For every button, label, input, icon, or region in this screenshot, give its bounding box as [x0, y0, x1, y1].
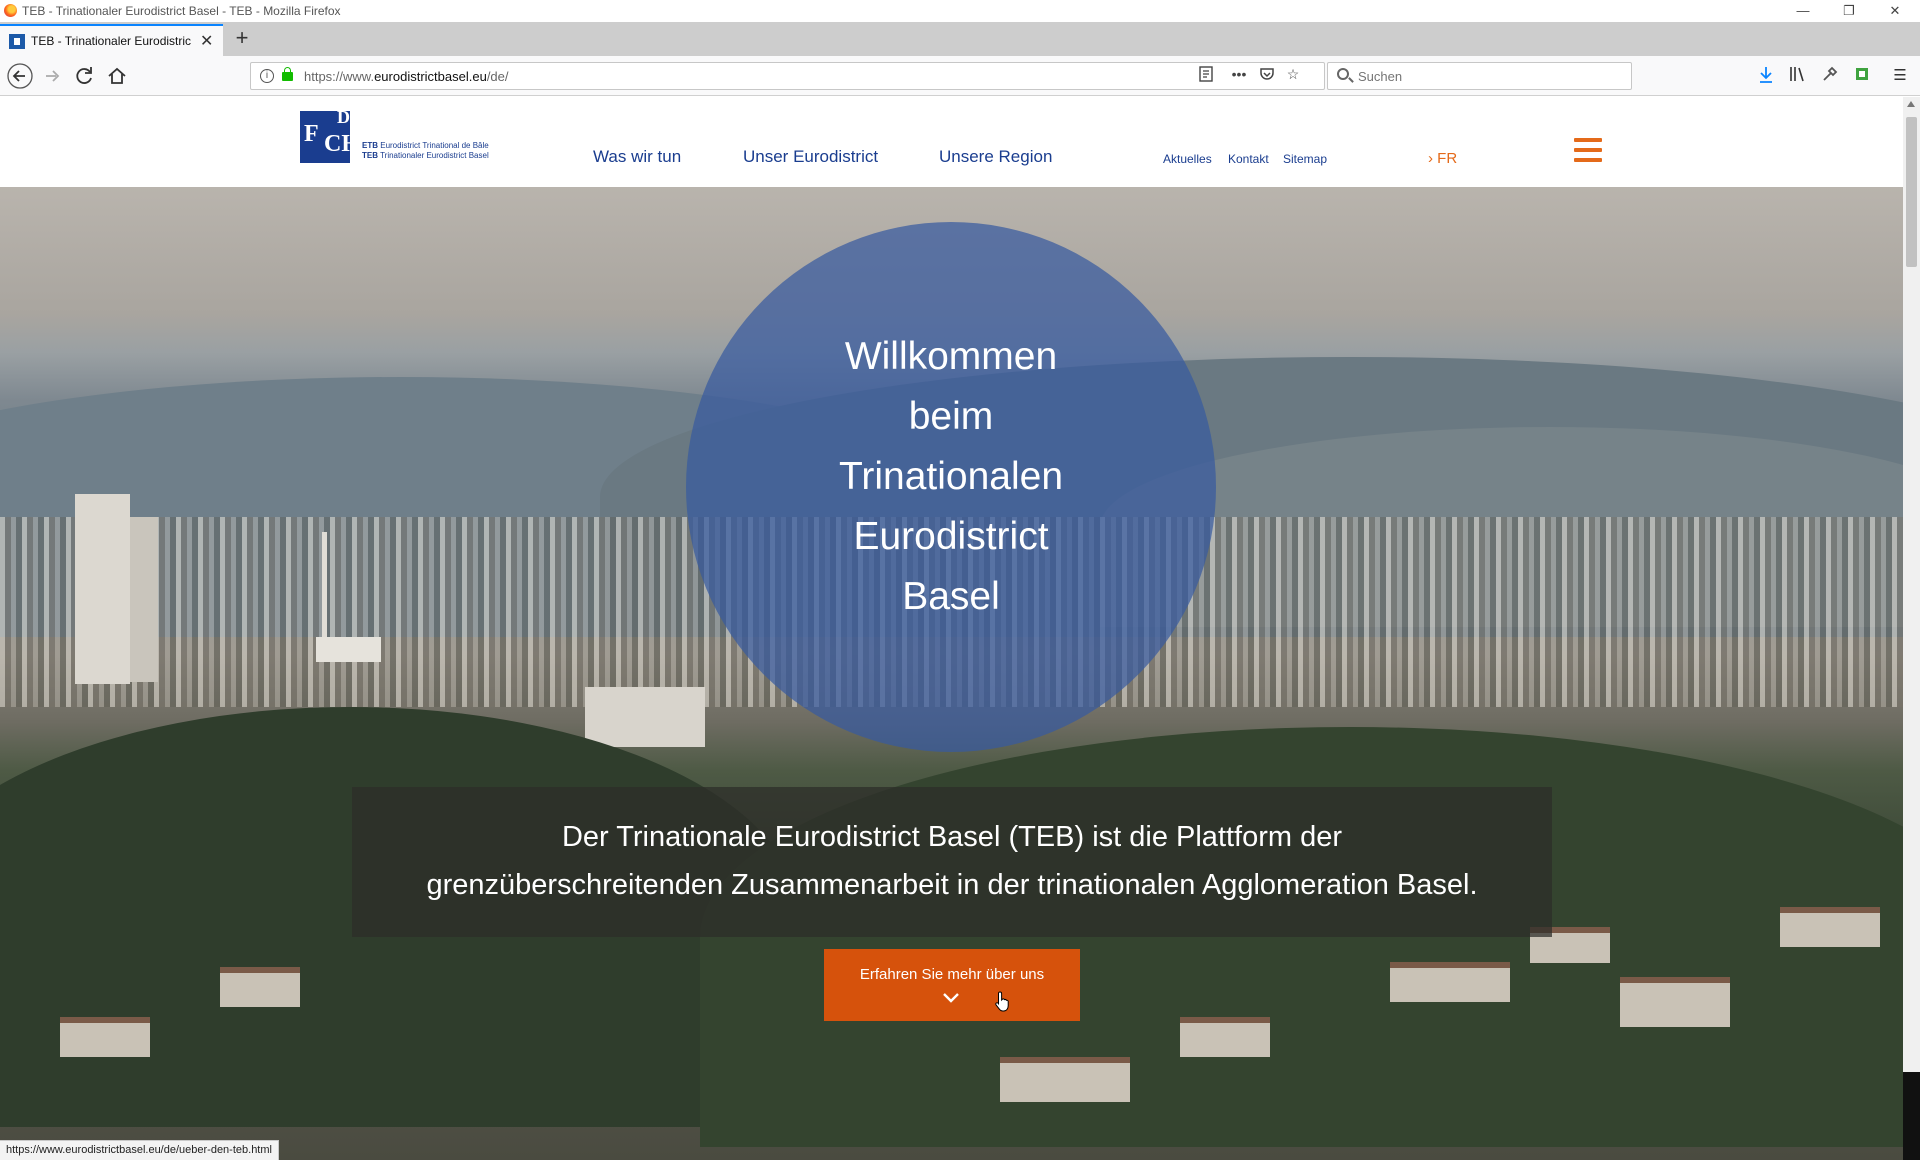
firefox-icon [4, 4, 17, 17]
extension-icon[interactable] [1850, 66, 1874, 86]
url-prefix: https://www. [304, 69, 375, 84]
window-title-bar: TEB - Trinationaler Eurodistrict Basel -… [0, 0, 1920, 22]
minimize-icon[interactable]: — [1780, 0, 1826, 22]
language-switch-fr[interactable]: › FR [1428, 150, 1457, 167]
window-title: TEB - Trinationaler Eurodistrict Basel -… [22, 4, 341, 18]
url-bar[interactable]: i https://www.eurodistrictbasel.eu/de/ •… [250, 62, 1325, 90]
pocket-icon[interactable] [1256, 66, 1278, 86]
menu-icon[interactable]: ☰ [1888, 66, 1912, 86]
bookmark-star-icon[interactable]: ☆ [1282, 66, 1304, 86]
search-input[interactable] [1358, 66, 1618, 86]
scrollbar-thumb[interactable] [1906, 117, 1917, 267]
hand-cursor-icon [995, 991, 1009, 1012]
site-info-icon[interactable]: i [260, 69, 274, 83]
logo-name-fr: Eurodistrict Trinational de Bâle [380, 141, 489, 150]
intro-line: grenzüberschreitenden Zusammenarbeit in … [426, 869, 1478, 901]
eyedropper-icon[interactable] [1818, 66, 1842, 86]
web-page: F CH D ETB Eurodistrict Trinational de B… [0, 97, 1903, 1160]
scrollbar-dark-segment [1903, 1072, 1920, 1160]
search-bar[interactable] [1327, 62, 1632, 90]
chevron-right-icon: › [1428, 150, 1433, 167]
hero-section: Willkommen beim Trinationalen Eurodistri… [0, 187, 1903, 1160]
nav-was-wir-tun[interactable]: Was wir tun [593, 147, 681, 167]
scroll-up-arrow-icon[interactable] [1907, 101, 1915, 107]
close-icon[interactable]: ✕ [1872, 0, 1918, 22]
language-label: FR [1437, 150, 1458, 167]
welcome-heading: Willkommen beim Trinationalen Eurodistri… [686, 327, 1216, 627]
reader-view-icon[interactable] [1195, 66, 1217, 86]
url-text[interactable]: https://www.eurodistrictbasel.eu/de/ [304, 69, 509, 84]
intro-text-box: Der Trinationale Eurodistrict Basel (TEB… [352, 787, 1552, 937]
new-tab-button[interactable]: + [230, 25, 254, 51]
status-bar-link-preview: https://www.eurodistrictbasel.eu/de/uebe… [0, 1140, 279, 1160]
logo-abbr-de: TEB [362, 151, 378, 160]
page-scrollbar[interactable] [1903, 97, 1920, 1160]
tab-teb[interactable]: TEB - Trinationaler Eurodistrict ✕ [0, 24, 223, 56]
lock-icon[interactable] [282, 67, 293, 81]
chevron-down-icon [943, 993, 959, 1003]
url-domain: eurodistrictbasel.eu [374, 69, 487, 84]
nav-aktuelles[interactable]: Aktuelles [1163, 152, 1212, 166]
home-icon[interactable] [103, 62, 131, 90]
welcome-line: beim [908, 395, 994, 438]
reload-icon[interactable] [71, 62, 99, 90]
library-icon[interactable] [1786, 66, 1810, 86]
nav-unser-eurodistrict[interactable]: Unser Eurodistrict [743, 147, 878, 167]
navigation-toolbar: i https://www.eurodistrictbasel.eu/de/ •… [0, 56, 1920, 96]
welcome-line: Willkommen [844, 335, 1058, 378]
search-icon [1337, 68, 1349, 80]
nav-kontakt[interactable]: Kontakt [1228, 152, 1269, 166]
page-actions-icon[interactable]: ••• [1228, 66, 1250, 86]
forward-arrow-icon[interactable] [38, 62, 66, 90]
welcome-line: Basel [902, 575, 1000, 618]
logo-abbr-fr: ETB [362, 141, 378, 150]
logo-mark: F CH D [300, 107, 360, 163]
teb-logo[interactable]: F CH D ETB Eurodistrict Trinational de B… [300, 107, 500, 165]
logo-name-de: Trinationaler Eurodistrict Basel [380, 151, 489, 160]
restore-icon[interactable]: ❐ [1826, 0, 1872, 22]
learn-more-button[interactable]: Erfahren Sie mehr über uns [824, 949, 1080, 1021]
hamburger-menu-icon[interactable] [1574, 138, 1602, 162]
welcome-line: Eurodistrict [853, 515, 1049, 558]
tab-strip: TEB - Trinationaler Eurodistrict ✕ + [0, 22, 1920, 56]
logo-text: ETB Eurodistrict Trinational de Bâle TEB… [362, 141, 489, 161]
teb-favicon [9, 34, 25, 49]
back-arrow-icon[interactable] [6, 62, 34, 90]
welcome-line: Trinationalen [838, 455, 1064, 498]
nav-sitemap[interactable]: Sitemap [1283, 152, 1327, 166]
url-path: /de/ [486, 69, 509, 84]
tab-title: TEB - Trinationaler Eurodistrict [31, 34, 191, 48]
site-header: F CH D ETB Eurodistrict Trinational de B… [0, 97, 1903, 187]
nav-unsere-region[interactable]: Unsere Region [939, 147, 1052, 167]
download-icon[interactable] [1754, 66, 1778, 86]
intro-line: Der Trinationale Eurodistrict Basel (TEB… [561, 821, 1343, 853]
learn-more-label: Erfahren Sie mehr über uns [859, 966, 1045, 983]
tab-close-icon[interactable]: ✕ [200, 31, 213, 51]
